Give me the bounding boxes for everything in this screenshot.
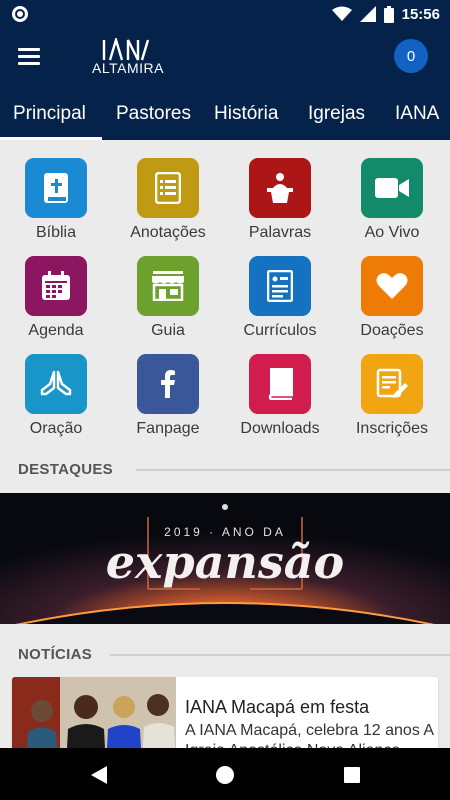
logo-mark-icon: [102, 38, 150, 61]
calendar-icon: [25, 256, 87, 316]
facebook-icon: [137, 354, 199, 414]
grid-label: Fanpage: [136, 420, 200, 437]
app-logo: ALTAMIRA: [88, 38, 168, 80]
back-icon[interactable]: [86, 762, 112, 788]
grid-label: Ao Vivo: [364, 224, 420, 241]
status-time: 15:56: [401, 5, 440, 23]
menu-button[interactable]: [18, 46, 42, 66]
grid-item-biblia[interactable]: Bíblia: [0, 150, 112, 246]
grid-label: Palavras: [248, 224, 312, 241]
grid-label: Doações: [360, 322, 424, 339]
notes-icon: [137, 158, 199, 218]
tab-historia[interactable]: História: [214, 88, 278, 140]
bible-icon: [25, 158, 87, 218]
app-bar: ALTAMIRA 0: [0, 28, 450, 88]
store-icon: [137, 256, 199, 316]
tab-pastores[interactable]: Pastores: [116, 88, 191, 140]
tab-bar: Principal Pastores História Igrejas IANA: [0, 88, 450, 140]
grid-item-anotacoes[interactable]: Anotações: [112, 150, 224, 246]
grid-label: Oração: [29, 420, 83, 437]
grid-item-doacoes[interactable]: Doações: [336, 248, 448, 344]
news-title: IANA Macapá em festa: [185, 697, 370, 717]
grid-item-guia[interactable]: Guia: [112, 248, 224, 344]
grid-item-curriculos[interactable]: Currículos: [224, 248, 336, 344]
battery-icon: [383, 5, 394, 23]
praying-hands-icon: [25, 354, 87, 414]
section-divider: [110, 654, 450, 656]
recents-icon[interactable]: [339, 762, 365, 788]
highlight-banner[interactable]: 2019 · ANO DA expansão: [0, 493, 450, 624]
section-title-news: NOTÍCIAS: [18, 646, 93, 663]
logo-text: ALTAMIRA: [92, 60, 164, 76]
grid-label: Currículos: [243, 322, 317, 339]
grid-item-downloads[interactable]: Downloads: [224, 346, 336, 442]
record-icon: [12, 6, 28, 22]
banner-headline: expansão: [105, 535, 345, 589]
notification-badge[interactable]: 0: [394, 39, 428, 73]
section-divider: [136, 469, 450, 471]
edit-form-icon: [361, 354, 423, 414]
grid-label: Downloads: [240, 420, 320, 437]
grid-item-fanpage[interactable]: Fanpage: [112, 346, 224, 442]
grid-item-ao-vivo[interactable]: Ao Vivo: [336, 150, 448, 246]
grid-label: Inscrições: [355, 420, 429, 437]
grid-item-oracao[interactable]: Oração: [0, 346, 112, 442]
preacher-icon: [249, 158, 311, 218]
video-camera-icon: [361, 158, 423, 218]
wifi-icon: [331, 6, 352, 21]
signal-icon: [359, 6, 376, 22]
heart-icon: [361, 256, 423, 316]
grid-item-palavras[interactable]: Palavras: [224, 150, 336, 246]
tab-iana[interactable]: IANA: [395, 88, 439, 140]
document-icon: [249, 256, 311, 316]
status-bar: 15:56: [0, 0, 450, 28]
tab-principal[interactable]: Principal: [13, 88, 86, 140]
tab-igrejas[interactable]: Igrejas: [308, 88, 365, 140]
section-title-highlights: DESTAQUES: [18, 461, 113, 478]
home-icon[interactable]: [212, 762, 238, 788]
grid-label: Anotações: [130, 224, 206, 241]
book-icon: [249, 354, 311, 414]
grid-label: Bíblia: [35, 224, 77, 241]
tab-indicator: [0, 137, 102, 140]
grid-item-agenda[interactable]: Agenda: [0, 248, 112, 344]
grid-label: Agenda: [28, 322, 84, 339]
grid-item-inscricoes[interactable]: Inscrições: [336, 346, 448, 442]
status-icons: 15:56: [331, 4, 440, 24]
grid-label: Guia: [151, 322, 185, 339]
system-nav-bar: [0, 748, 450, 800]
